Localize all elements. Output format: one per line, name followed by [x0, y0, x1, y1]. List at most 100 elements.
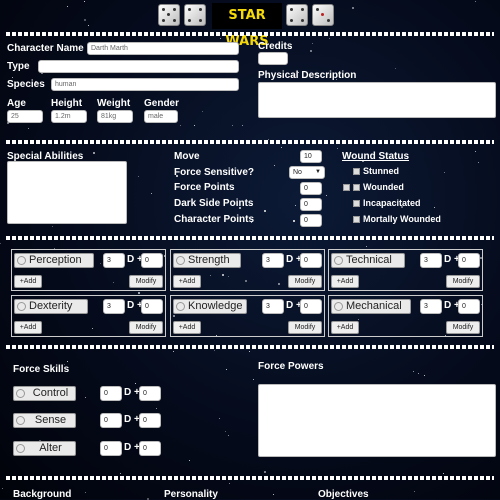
attribute-pips-field[interactable]: 0 [141, 299, 163, 314]
force-skills-label: Force Skills [13, 364, 70, 375]
die-icon [176, 302, 185, 311]
attribute-dice-field[interactable]: 3 [262, 253, 284, 268]
divider [6, 32, 494, 36]
character-points-field[interactable]: 0 [300, 214, 322, 227]
attribute-box: Mechanical 3 D + 0 +Add Modify [328, 295, 483, 337]
incapacitated-checkbox[interactable] [353, 200, 360, 207]
wounded-checkbox[interactable] [343, 184, 350, 191]
star-wars-logo: STAR WARS [212, 3, 282, 49]
attribute-name-button[interactable]: Technical [331, 253, 405, 268]
d-plus-label: D + [124, 442, 140, 453]
attribute-name: Mechanical [346, 300, 402, 312]
attribute-name-button[interactable]: Perception [14, 253, 94, 268]
special-abilities-field[interactable] [7, 161, 127, 224]
attribute-dice-field[interactable]: 3 [103, 253, 125, 268]
modify-button[interactable]: Modify [446, 321, 480, 334]
attribute-dice-field[interactable]: 3 [262, 299, 284, 314]
force-skill-name: Alter [39, 442, 62, 454]
attribute-box: Dexterity 3 D + 0 +Add Modify [11, 295, 166, 337]
attribute-name: Technical [346, 254, 392, 266]
age-field[interactable]: 25 [7, 110, 43, 123]
physical-description-label: Physical Description [258, 70, 357, 81]
die-icon [17, 302, 26, 311]
character-name-label: Character Name [7, 43, 84, 54]
character-name-field[interactable]: Darth Marth [87, 42, 239, 55]
gender-field[interactable]: male [144, 110, 178, 123]
credits-field[interactable] [258, 52, 288, 65]
mortally-wounded-label: Mortally Wounded [363, 214, 441, 224]
mortally-wounded-checkbox[interactable] [353, 216, 360, 223]
move-field[interactable]: 10 [300, 150, 322, 163]
force-skill-name: Sense [34, 414, 67, 426]
attribute-name-button[interactable]: Dexterity [14, 299, 88, 314]
attribute-pips-field[interactable]: 0 [141, 253, 163, 268]
force-points-label: Force Points [174, 182, 235, 193]
modify-button[interactable]: Modify [288, 275, 322, 288]
add-skill-button[interactable]: +Add [331, 275, 359, 288]
physical-description-field[interactable] [258, 82, 496, 118]
die-icon [312, 4, 334, 26]
gender-label: Gender [144, 98, 180, 109]
die-icon [334, 256, 343, 265]
force-sensitive-value: No [293, 169, 302, 176]
credits-label: Credits [258, 41, 293, 52]
die-icon [334, 302, 343, 311]
attribute-name-button[interactable]: Knowledge [173, 299, 247, 314]
personality-label: Personality [164, 489, 218, 500]
species-field[interactable]: human [51, 78, 239, 91]
attribute-name-button[interactable]: Strength [173, 253, 241, 268]
wounded-label: Wounded [363, 182, 404, 192]
force-skill-dice-field[interactable]: 0 [100, 386, 122, 401]
attribute-pips-field[interactable]: 0 [300, 253, 322, 268]
divider [6, 236, 494, 240]
stunned-checkbox[interactable] [353, 168, 360, 175]
attribute-dice-field[interactable]: 3 [420, 299, 442, 314]
attribute-name: Strength [188, 254, 230, 266]
force-points-field[interactable]: 0 [300, 182, 322, 195]
d-plus-label: D + [124, 387, 140, 398]
attribute-name: Knowledge [188, 300, 243, 312]
stunned-label: Stunned [363, 166, 399, 176]
modify-button[interactable]: Modify [446, 275, 480, 288]
chevron-down-icon: ▼ [315, 169, 321, 175]
attribute-dice-field[interactable]: 3 [420, 253, 442, 268]
height-field[interactable]: 1.2m [51, 110, 87, 123]
dark-side-points-field[interactable]: 0 [300, 198, 322, 211]
force-skill-button[interactable]: Sense [13, 413, 76, 428]
dark-side-points-label: Dark Side Points [174, 198, 254, 209]
attribute-name: Dexterity [29, 300, 73, 312]
move-label: Move [174, 151, 200, 162]
add-skill-button[interactable]: +Add [14, 275, 42, 288]
force-skill-button[interactable]: Alter [13, 441, 76, 456]
attribute-name-button[interactable]: Mechanical [331, 299, 411, 314]
force-skill-pips-field[interactable]: 0 [139, 441, 161, 456]
die-icon [16, 416, 25, 425]
force-skill-name: Control [32, 387, 69, 399]
attribute-pips-field[interactable]: 0 [458, 299, 480, 314]
force-powers-field[interactable] [258, 384, 496, 457]
divider [6, 345, 494, 349]
attribute-dice-field[interactable]: 3 [103, 299, 125, 314]
force-skill-pips-field[interactable]: 0 [139, 413, 161, 428]
attribute-pips-field[interactable]: 0 [300, 299, 322, 314]
modify-button[interactable]: Modify [288, 321, 322, 334]
d-plus-label: D + [124, 414, 140, 425]
add-skill-button[interactable]: +Add [14, 321, 42, 334]
force-skill-dice-field[interactable]: 0 [100, 441, 122, 456]
add-skill-button[interactable]: +Add [331, 321, 359, 334]
attribute-pips-field[interactable]: 0 [458, 253, 480, 268]
force-skill-dice-field[interactable]: 0 [100, 413, 122, 428]
force-powers-label: Force Powers [258, 361, 324, 372]
add-skill-button[interactable]: +Add [173, 321, 201, 334]
modify-button[interactable]: Modify [129, 275, 163, 288]
wounded-checkbox[interactable] [353, 184, 360, 191]
modify-button[interactable]: Modify [129, 321, 163, 334]
force-skill-button[interactable]: Control [13, 386, 76, 401]
force-skill-pips-field[interactable]: 0 [139, 386, 161, 401]
force-sensitive-select[interactable]: No ▼ [289, 166, 325, 179]
attribute-box: Technical 3 D + 0 +Add Modify [328, 249, 483, 291]
type-field[interactable] [38, 60, 239, 73]
add-skill-button[interactable]: +Add [173, 275, 201, 288]
weight-field[interactable]: 81kg [97, 110, 133, 123]
die-icon [286, 4, 308, 26]
